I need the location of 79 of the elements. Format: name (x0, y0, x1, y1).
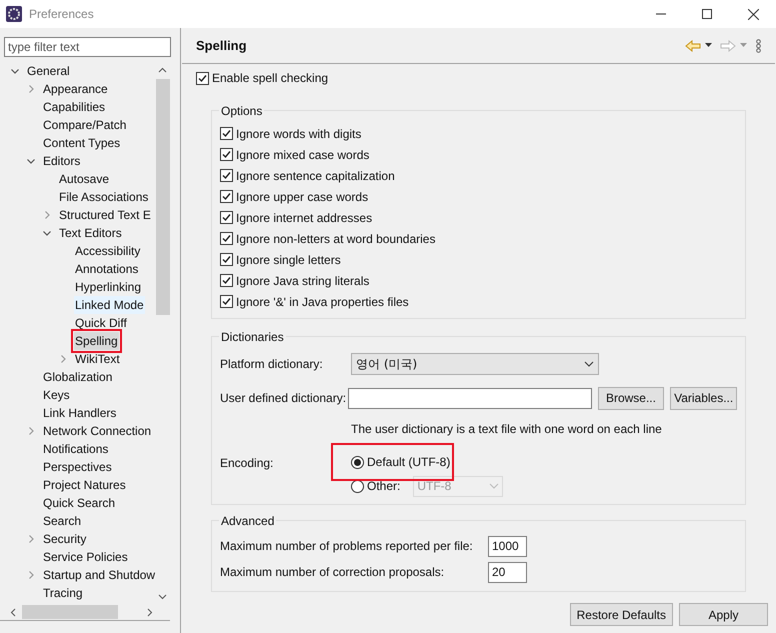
checkbox-label: Ignore words with digits (236, 126, 362, 142)
tree-item[interactable]: Search (42, 512, 82, 530)
checkbox[interactable] (220, 127, 233, 140)
number-field[interactable]: 1000 (488, 536, 527, 556)
maximize-icon (702, 9, 712, 19)
filter-field[interactable]: type filter text (4, 37, 171, 57)
tree-item[interactable]: Tracing (42, 584, 84, 602)
tree-item[interactable]: Notifications (42, 440, 110, 458)
checkbox-label: Enable spell checking (212, 70, 328, 87)
checkbox-label: Ignore sentence capitalization (236, 168, 395, 184)
tree-item[interactable]: Linked Mode (74, 296, 145, 314)
checkbox-label: Ignore Java string literals (236, 272, 370, 290)
window-title: Preferences (29, 6, 94, 23)
checkbox-label: Ignore internet addresses (236, 210, 372, 226)
checkbox-label: Ignore upper case words (236, 188, 368, 206)
tree-item[interactable]: Annotations (74, 260, 140, 278)
tree-item[interactable]: WikiText (74, 350, 121, 368)
dialog-button[interactable]: Apply (679, 603, 768, 626)
tree-item[interactable]: Hyperlinking (74, 278, 142, 296)
more-options-icon[interactable] (756, 38, 761, 52)
tree-item[interactable]: General (26, 62, 71, 80)
field-label: Platform dictionary: (220, 356, 324, 373)
checkbox[interactable] (220, 190, 233, 203)
tree-item[interactable]: Appearance (42, 80, 109, 98)
checkbox-label: Ignore '&' in Java properties files (236, 294, 409, 310)
checkbox[interactable] (220, 253, 233, 266)
tree-item[interactable]: Network Connection (42, 422, 152, 440)
input-field[interactable] (348, 388, 592, 408)
checkbox[interactable] (220, 295, 233, 308)
tree-item[interactable]: Text Editors (58, 224, 123, 242)
horizontal-scrollbar[interactable] (0, 604, 170, 621)
scroll-up-icon[interactable] (158, 66, 167, 75)
checkbox[interactable] (220, 274, 233, 287)
tree-item[interactable]: Editors (42, 152, 82, 170)
app-icon (6, 6, 22, 22)
scroll-left-icon[interactable] (9, 608, 18, 616)
tree-item[interactable]: Compare/Patch (42, 116, 128, 134)
field-label: Encoding: (220, 455, 274, 472)
checkbox[interactable] (220, 211, 233, 224)
tree-item[interactable]: Capabilities (42, 98, 106, 116)
checkbox[interactable] (220, 148, 233, 161)
dialog-button[interactable]: Variables... (670, 386, 737, 410)
tree-item[interactable]: Link Handlers (42, 404, 118, 422)
field-label: Maximum number of problems reported per file: (220, 538, 474, 555)
dialog-button[interactable]: Browse... (598, 386, 664, 410)
tree-item[interactable]: File Associations (58, 188, 150, 206)
checkbox-label: Ignore single letters (236, 252, 341, 268)
page-title: Spelling (196, 36, 247, 55)
tree-item[interactable]: Globalization (42, 368, 114, 386)
checkbox-label: Ignore non-letters at word boundaries (236, 230, 436, 248)
tree-item[interactable]: Spelling (74, 332, 119, 350)
scroll-down-icon[interactable] (158, 592, 167, 601)
field-label: Maximum number of correction proposals: (220, 564, 446, 581)
tree-item[interactable]: Perspectives (42, 458, 113, 476)
chevron-down-icon (584, 361, 594, 367)
tree-item[interactable]: Project Natures (42, 476, 127, 494)
tree-item[interactable]: Content Types (42, 134, 122, 152)
dialog-button[interactable]: Restore Defaults (570, 603, 673, 626)
checkbox-label: Ignore mixed case words (236, 146, 370, 164)
field-label: User defined dictionary: (220, 390, 348, 407)
tree-item[interactable]: Quick Diff (74, 314, 128, 332)
scroll-right-icon[interactable] (145, 608, 154, 616)
chevron-down-icon (489, 483, 500, 489)
tree-item[interactable]: Keys (42, 386, 71, 404)
checkbox[interactable] (196, 72, 209, 84)
dropdown-caret-icon[interactable] (705, 43, 712, 48)
tree-item[interactable]: Security (42, 530, 88, 548)
checkbox[interactable] (220, 169, 233, 182)
tree-item[interactable]: Accessibility (74, 242, 142, 260)
close-icon (748, 8, 758, 20)
checkbox[interactable] (220, 232, 233, 245)
number-field[interactable]: 20 (488, 562, 527, 582)
hint-text: The user dictionary is a text file with one word on each line (351, 422, 662, 436)
tree-item[interactable]: Startup and Shutdow (42, 566, 155, 584)
tree-item[interactable]: Autosave (58, 170, 110, 188)
tree-item[interactable]: Quick Search (42, 494, 116, 512)
dropdown[interactable]: 영어 (미국) (351, 353, 599, 375)
tree-item[interactable]: Structured Text E (58, 206, 152, 224)
tree-item[interactable]: Service Policies (42, 548, 129, 566)
